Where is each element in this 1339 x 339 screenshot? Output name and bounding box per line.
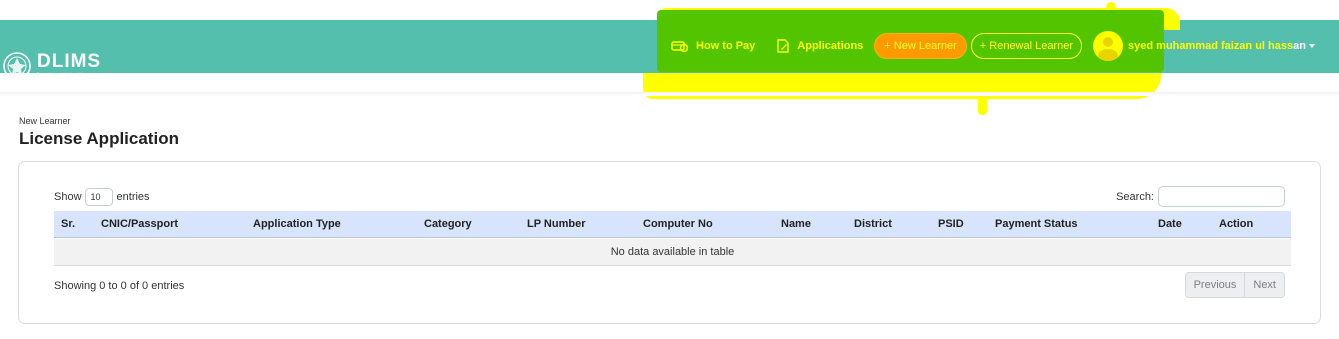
breadcrumb: New Learner (19, 116, 71, 126)
table-empty-row: No data available in table (54, 239, 1291, 266)
user-menu[interactable]: syed muhammad faizan ul hass an (1093, 31, 1315, 61)
entries-label: entries (116, 191, 150, 203)
column-header[interactable]: CNIC/Passport (101, 218, 178, 230)
renewal-learner-button[interactable]: + Renewal Learner (970, 33, 1083, 59)
search-input[interactable] (1158, 186, 1285, 207)
column-header[interactable]: LP Number (527, 218, 585, 230)
column-header[interactable]: Payment Status (995, 218, 1078, 230)
nav-applications-label: Applications (797, 40, 864, 52)
column-header[interactable]: Category (424, 218, 472, 230)
column-header[interactable]: District (854, 218, 892, 230)
header-shadow (0, 92, 1339, 96)
brand-logo[interactable]: DLIMS Driving Licence Information Manage… (2, 48, 101, 84)
column-header[interactable]: Action (1219, 218, 1253, 230)
table-header-row: Sr. CNIC/Passport Application Type Categ… (54, 211, 1291, 238)
brand-subtitle-line2: Management System (37, 75, 75, 81)
table-search: Search: (1116, 186, 1285, 207)
previous-page-button[interactable]: Previous (1185, 273, 1245, 297)
caret-down-icon (1308, 44, 1315, 48)
column-header[interactable]: Date (1158, 218, 1182, 230)
new-learner-button[interactable]: + New Learner (874, 33, 967, 59)
column-header[interactable]: PSID (938, 218, 964, 230)
page-length-select[interactable]: 10 (84, 188, 113, 206)
brand-name: DLIMS (37, 50, 102, 72)
page-length-control: Show 10 entries (54, 188, 150, 206)
nav-menu: How to Pay Applications + New Learner + … (670, 31, 1315, 61)
nav-applications[interactable]: Applications (775, 38, 863, 54)
user-name: syed muhammad faizan ul hass (1128, 40, 1294, 52)
column-header[interactable]: Computer No (643, 218, 713, 230)
page-title: License Application (19, 129, 179, 148)
column-header[interactable]: Sr. (61, 218, 75, 230)
table-info: Showing 0 to 0 of 0 entries (54, 280, 185, 292)
nav-how-to-pay-label: How to Pay (696, 40, 756, 52)
search-label: Search: (1116, 190, 1154, 203)
column-header[interactable]: Application Type (253, 218, 341, 230)
government-seal-icon (3, 52, 31, 80)
column-header[interactable]: Name (781, 218, 811, 230)
user-name-tail: an (1293, 40, 1306, 52)
highlighter-mark (978, 95, 987, 115)
next-page-button[interactable]: Next (1244, 273, 1284, 297)
user-avatar-icon (1093, 31, 1124, 61)
payment-icon (671, 41, 689, 53)
pagination: Previous Next (1184, 272, 1285, 298)
applications-table-card: Show 10 entries Search: Sr. CNIC/Passpor… (18, 161, 1321, 324)
show-label: Show (54, 191, 82, 203)
edit-document-icon (777, 39, 789, 53)
nav-how-to-pay[interactable]: How to Pay (670, 39, 755, 53)
